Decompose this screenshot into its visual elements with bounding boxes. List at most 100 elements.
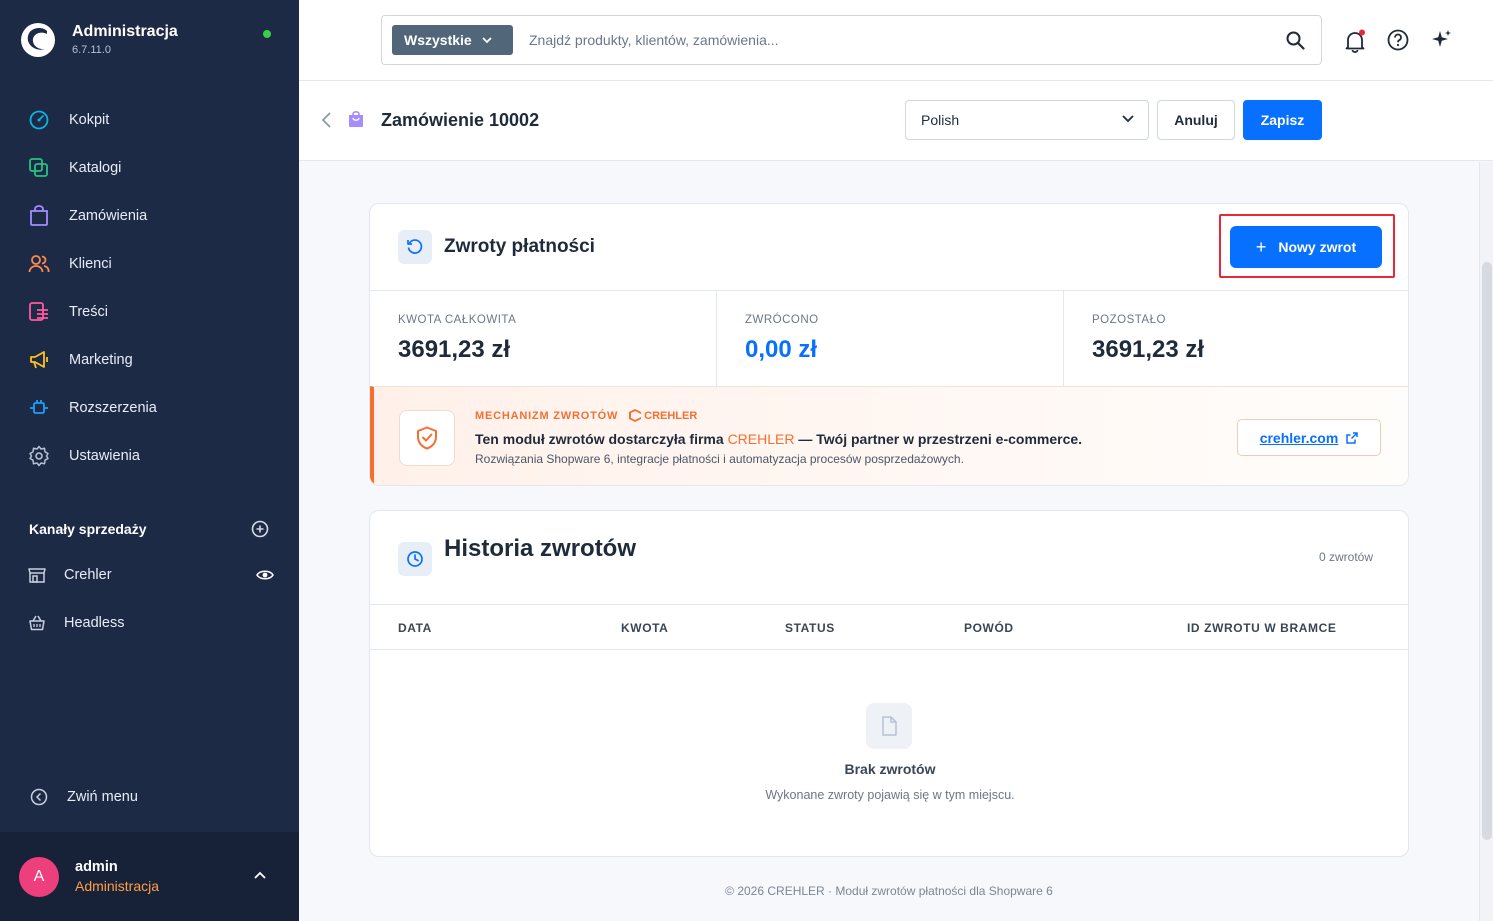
refresh-icon	[407, 239, 423, 254]
sidebar: Administracja 6.7.11.0 Kokpit Katalogi Z…	[0, 0, 299, 921]
column-reason[interactable]: POWÓD	[964, 621, 1014, 635]
back-chevron-icon[interactable]	[320, 111, 332, 129]
stat-remaining: POZOSTAŁO 3691,23 zł	[1064, 291, 1408, 386]
empty-state-subtitle: Wykonane zwroty pojawią się w tym miejsc…	[765, 788, 1015, 802]
nav-item-orders[interactable]: Zamówienia	[0, 192, 299, 240]
nav-label: Rozszerzenia	[69, 400, 157, 416]
promo-kicker-label: MECHANIZM ZWROTÓW	[475, 409, 619, 422]
page-scrollbar[interactable]	[1479, 162, 1493, 921]
column-status[interactable]: STATUS	[785, 621, 835, 635]
content-icon	[29, 302, 48, 321]
search-input[interactable]	[529, 32, 1269, 48]
promo-subtext: Rozwiązania Shopware 6, integracje płatn…	[475, 452, 964, 466]
column-amount[interactable]: KWOTA	[621, 621, 668, 635]
stat-label: ZWRÓCONO	[745, 314, 819, 326]
nav-item-content[interactable]: Treści	[0, 288, 299, 336]
search-icon[interactable]	[1286, 31, 1305, 50]
language-select[interactable]: Polish	[905, 100, 1149, 140]
refund-history-card: Historia zwrotów 0 zwrotów DATA KWOTA ST…	[369, 510, 1409, 857]
nav-label: Kokpit	[69, 112, 110, 128]
search-type-dropdown[interactable]: Wszystkie	[392, 25, 513, 55]
notification-bell-icon[interactable]	[1343, 29, 1367, 53]
brand[interactable]: Administracja 6.7.11.0	[20, 22, 178, 58]
nav-label: Zamówienia	[69, 208, 148, 224]
user-name: admin	[75, 859, 118, 875]
help-icon[interactable]	[1387, 29, 1409, 51]
stat-refunded: ZWRÓCONO 0,00 zł	[717, 291, 1064, 386]
chevron-down-icon	[1122, 115, 1134, 123]
promo-text-before: Ten moduł zwrotów dostarczyła firma	[475, 431, 728, 447]
crehler-link-label: crehler.com	[1259, 429, 1339, 446]
promo-text-after: — Twój partner w przestrzeni e-commerce.	[794, 431, 1083, 447]
main-nav: Kokpit Katalogi Zamówienia Klienci Treśc…	[0, 96, 299, 480]
nav-label: Klienci	[69, 256, 112, 272]
language-select-value: Polish	[921, 112, 960, 128]
user-menu[interactable]: A admin Administracja	[0, 832, 299, 921]
promo-brand-name: CREHLER	[727, 431, 795, 447]
ai-sparkle-icon[interactable]	[1431, 29, 1453, 51]
scrollbar-thumb[interactable]	[1482, 262, 1492, 840]
new-refund-button[interactable]: + Nowy zwrot	[1230, 226, 1382, 268]
shopware-logo-icon	[21, 23, 55, 57]
eye-icon[interactable]	[256, 568, 274, 582]
add-channel-icon[interactable]	[251, 520, 269, 538]
app-version: 6.7.11.0	[72, 44, 111, 56]
shopping-bag-icon	[30, 205, 48, 226]
refresh-icon-box	[398, 230, 432, 264]
nav-item-settings[interactable]: Ustawienia	[0, 432, 299, 480]
nav-item-catalogs[interactable]: Katalogi	[0, 144, 299, 192]
sales-channel-label: Crehler	[64, 567, 112, 583]
external-link-icon	[1346, 431, 1359, 444]
nav-label: Treści	[69, 304, 108, 320]
empty-state-title: Brak zwrotów	[844, 761, 936, 777]
clock-icon-box	[398, 542, 432, 576]
payment-refunds-card: Zwroty płatności + Nowy zwrot KWOTA CAŁK…	[369, 203, 1409, 486]
chevron-up-icon[interactable]	[253, 870, 267, 880]
plus-icon: +	[1255, 236, 1267, 257]
avatar: A	[19, 856, 59, 897]
refunds-title: Zwroty płatności	[444, 236, 595, 257]
promo-headline: Ten moduł zwrotów dostarczyła firma CREH…	[475, 431, 1082, 447]
customers-icon	[28, 255, 50, 273]
save-button[interactable]: Zapisz	[1243, 100, 1322, 140]
dashboard-icon	[29, 110, 49, 130]
page-footer: © 2026 CREHLER · Moduł zwrotów płatności…	[725, 884, 1053, 898]
history-table-header: DATA KWOTA STATUS POWÓD ID ZWROTU W BRAM…	[370, 604, 1408, 650]
collapse-menu-label: Zwiń menu	[67, 789, 138, 805]
empty-state-icon-box	[866, 703, 912, 749]
history-title: Historia zwrotów	[444, 535, 637, 562]
chevron-down-icon	[482, 36, 492, 43]
plugin-icon	[30, 400, 48, 414]
nav-item-customers[interactable]: Klienci	[0, 240, 299, 288]
cancel-button[interactable]: Anuluj	[1157, 100, 1235, 140]
sales-channel-crehler[interactable]: Crehler	[28, 560, 274, 590]
app-title: Administracja	[72, 23, 178, 40]
column-gateway-refund-id[interactable]: ID ZWROTU W BRAMCE	[1187, 621, 1336, 635]
page-header: Zamówienie 10002 Polish Anuluj Zapisz	[299, 81, 1493, 161]
shield-icon-box	[399, 410, 455, 466]
collapse-arrow-icon	[30, 788, 48, 806]
sales-channel-headless[interactable]: Headless	[28, 608, 274, 638]
megaphone-icon	[30, 351, 48, 369]
nav-item-extensions[interactable]: Rozszerzenia	[0, 384, 299, 432]
crehler-logo-text: CREHLER	[644, 409, 698, 422]
online-status-indicator	[263, 30, 271, 38]
collapse-menu-button[interactable]: Zwiń menu	[30, 788, 138, 806]
column-date[interactable]: DATA	[398, 621, 432, 635]
user-role: Administracja	[75, 878, 160, 894]
nav-label: Marketing	[69, 352, 133, 368]
new-refund-label: Nowy zwrot	[1278, 239, 1357, 255]
crehler-link[interactable]: crehler.com	[1237, 419, 1381, 456]
stat-value: 3691,23 zł	[398, 336, 511, 363]
crehler-promo-banner: MECHANIZM ZWROTÓW CREHLER Ten moduł zwro…	[370, 386, 1408, 485]
sales-channel-label: Headless	[64, 615, 125, 631]
catalog-icon	[29, 158, 48, 177]
global-search: Wszystkie	[381, 15, 1322, 65]
nav-item-dashboard[interactable]: Kokpit	[0, 96, 299, 144]
nav-item-marketing[interactable]: Marketing	[0, 336, 299, 384]
sales-channels-header: Kanały sprzedaży	[29, 520, 269, 538]
nav-label: Katalogi	[69, 160, 122, 176]
stat-label: KWOTA CAŁKOWITA	[398, 314, 517, 326]
document-icon	[882, 716, 897, 736]
stat-value: 0,00 zł	[745, 336, 818, 363]
